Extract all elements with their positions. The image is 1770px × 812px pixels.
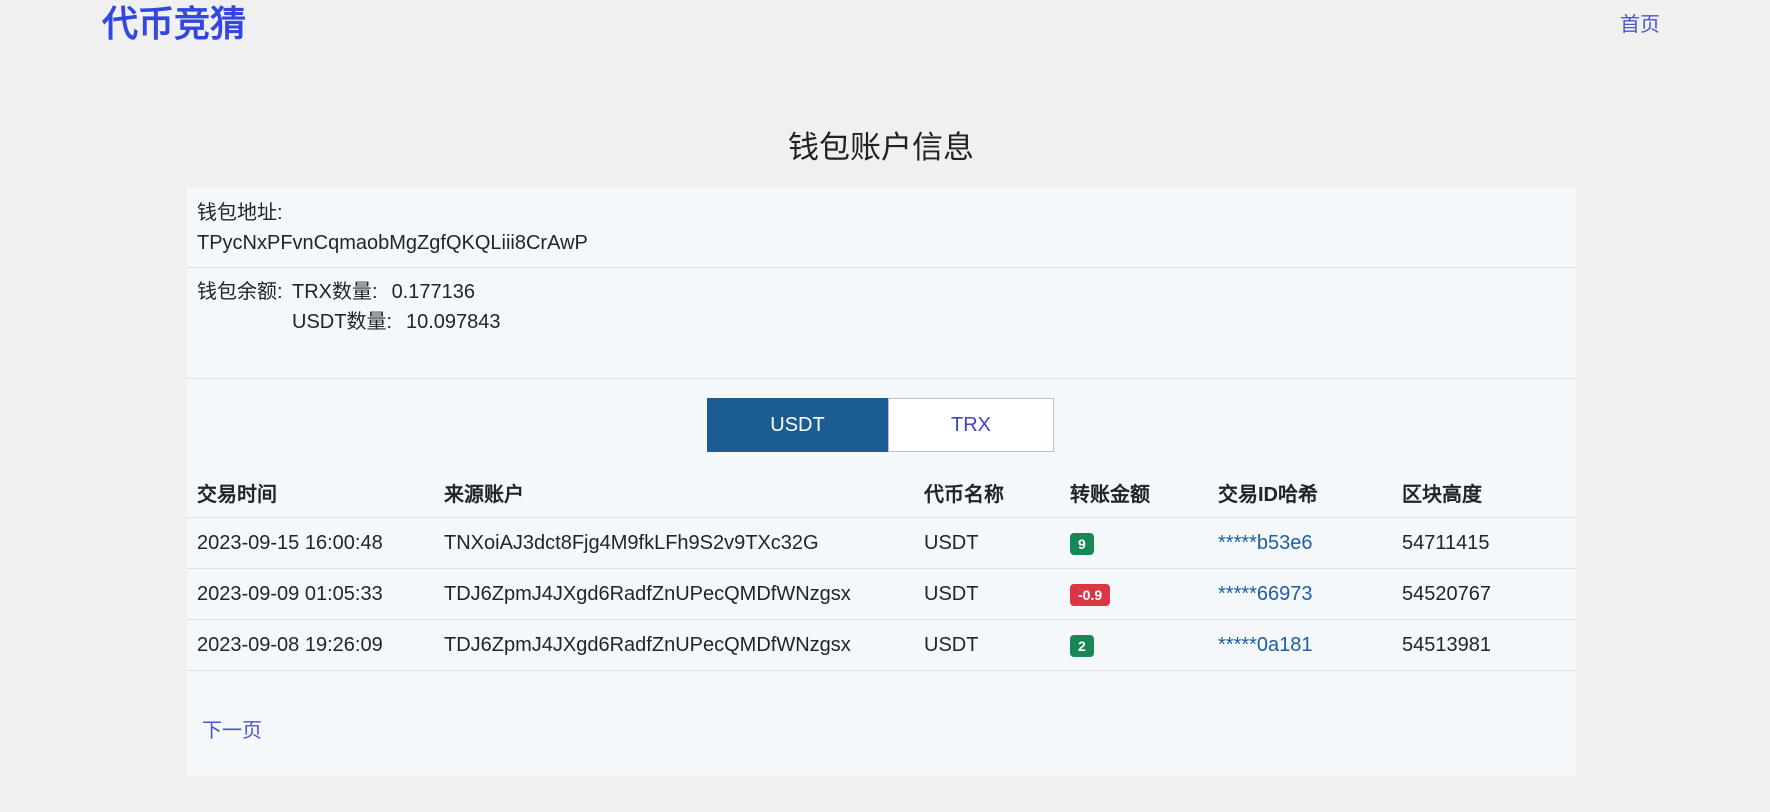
amount-badge: -0.9 <box>1070 583 1111 606</box>
cell-amount: -0.9 <box>1060 568 1208 620</box>
cell-token: USDT <box>914 619 1060 671</box>
txid-link[interactable]: *****b53e6 <box>1218 532 1313 554</box>
tab-trx[interactable]: TRX <box>888 398 1054 452</box>
brand-logo[interactable]: 代币竞猜 <box>102 2 246 46</box>
usdt-balance-label: USDT数量: <box>292 311 392 333</box>
table-row: 2023-09-09 01:05:33 TDJ6ZpmJ4JXgd6RadfZn… <box>187 568 1576 620</box>
trx-balance-amount: 0.177136 <box>391 281 475 303</box>
usdt-balance-amount: 10.097843 <box>406 311 501 333</box>
wallet-panel: 钱包地址: TPycNxPFvnCqmaobMgZgfQKQLiii8CrAwP… <box>187 187 1576 776</box>
cell-time: 2023-09-15 16:00:48 <box>187 517 434 569</box>
table-row: 2023-09-15 16:00:48 TNXoiAJ3dct8Fjg4M9fk… <box>187 517 1576 569</box>
cell-txid: *****b53e6 <box>1208 517 1392 569</box>
wallet-balance-section: 钱包余额: TRX数量: 0.177136 USDT数量: 10.097843 <box>187 268 1576 379</box>
column-header-time: 交易时间 <box>187 467 434 518</box>
cell-token: USDT <box>914 568 1060 620</box>
column-header-txid: 交易ID哈希 <box>1208 467 1392 518</box>
table-header-row: 交易时间 来源账户 代币名称 转账金额 交易ID哈希 区块高度 <box>187 467 1576 518</box>
next-page-link[interactable]: 下一页 <box>202 718 262 744</box>
cell-time: 2023-09-09 01:05:33 <box>187 568 434 620</box>
cell-source: TDJ6ZpmJ4JXgd6RadfZnUPecQMDfWNzgsx <box>434 568 914 620</box>
wallet-address-label: 钱包地址: <box>197 202 283 224</box>
token-tabs: USDT TRX <box>707 398 1054 452</box>
column-header-source: 来源账户 <box>434 467 914 518</box>
cell-block: 54711415 <box>1392 517 1576 569</box>
txid-link[interactable]: *****66973 <box>1218 583 1313 605</box>
usdt-balance-row: USDT数量: 10.097843 <box>292 309 501 335</box>
cell-token: USDT <box>914 517 1060 569</box>
tab-usdt[interactable]: USDT <box>707 398 888 452</box>
wallet-address-section: 钱包地址: TPycNxPFvnCqmaobMgZgfQKQLiii8CrAwP <box>187 187 1576 268</box>
cell-block: 54513981 <box>1392 619 1576 671</box>
wallet-address-value: TPycNxPFvnCqmaobMgZgfQKQLiii8CrAwP <box>197 232 588 254</box>
cell-source: TNXoiAJ3dct8Fjg4M9fkLFh9S2v9TXc32G <box>434 517 914 569</box>
transactions-table: 交易时间 来源账户 代币名称 转账金额 交易ID哈希 区块高度 2023-09-… <box>187 467 1576 671</box>
trx-balance-label: TRX数量: <box>292 281 378 303</box>
cell-source: TDJ6ZpmJ4JXgd6RadfZnUPecQMDfWNzgsx <box>434 619 914 671</box>
cell-txid: *****66973 <box>1208 568 1392 620</box>
column-header-token: 代币名称 <box>914 467 1060 518</box>
column-header-amount: 转账金额 <box>1060 467 1208 518</box>
page-title: 钱包账户信息 <box>788 130 974 165</box>
cell-amount: 2 <box>1060 619 1208 671</box>
amount-badge: 2 <box>1070 634 1094 657</box>
cell-time: 2023-09-08 19:26:09 <box>187 619 434 671</box>
txid-link[interactable]: *****0a181 <box>1218 634 1313 656</box>
table-row: 2023-09-08 19:26:09 TDJ6ZpmJ4JXgd6RadfZn… <box>187 619 1576 671</box>
cell-block: 54520767 <box>1392 568 1576 620</box>
amount-badge: 9 <box>1070 532 1094 555</box>
cell-amount: 9 <box>1060 517 1208 569</box>
column-header-block: 区块高度 <box>1392 467 1576 518</box>
trx-balance-row: TRX数量: 0.177136 <box>292 279 475 305</box>
wallet-balance-label: 钱包余额: <box>197 281 283 303</box>
cell-txid: *****0a181 <box>1208 619 1392 671</box>
nav-home-link[interactable]: 首页 <box>1620 12 1660 38</box>
